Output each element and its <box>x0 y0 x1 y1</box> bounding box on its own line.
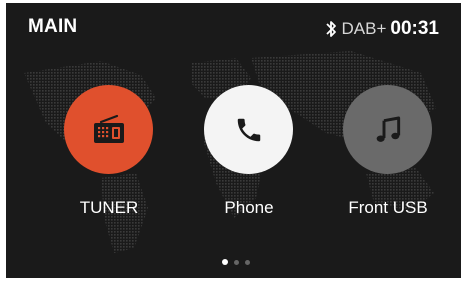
main-screen: MAIN DAB+ 00:31 TUNER Phone Front USB <box>6 3 461 278</box>
tuner-app-button[interactable]: TUNER <box>54 85 164 225</box>
status-area: DAB+ 00:31 <box>324 16 439 42</box>
radio-icon <box>93 114 124 143</box>
music-note-icon <box>376 116 400 142</box>
page-dot-2[interactable] <box>234 259 239 265</box>
phone-label: Phone <box>224 198 274 217</box>
bluetooth-icon <box>325 21 336 37</box>
front-usb-app-button[interactable]: Front USB <box>333 85 443 225</box>
front-usb-label: Front USB <box>348 198 428 217</box>
source-indicator: DAB+ <box>341 19 387 38</box>
phone-app-button[interactable]: Phone <box>194 85 304 225</box>
front-usb-circle[interactable] <box>343 85 432 174</box>
tuner-label: TUNER <box>79 198 139 217</box>
page-dot-3[interactable] <box>245 259 250 265</box>
status-bar: MAIN DAB+ 00:31 <box>6 3 461 51</box>
phone-icon <box>237 118 260 141</box>
page-title: MAIN <box>28 16 78 37</box>
phone-circle[interactable] <box>204 85 293 174</box>
page-dot-1[interactable] <box>222 259 228 265</box>
page-indicator[interactable] <box>222 257 262 267</box>
tuner-circle[interactable] <box>64 85 153 174</box>
clock: 00:31 <box>390 18 439 39</box>
